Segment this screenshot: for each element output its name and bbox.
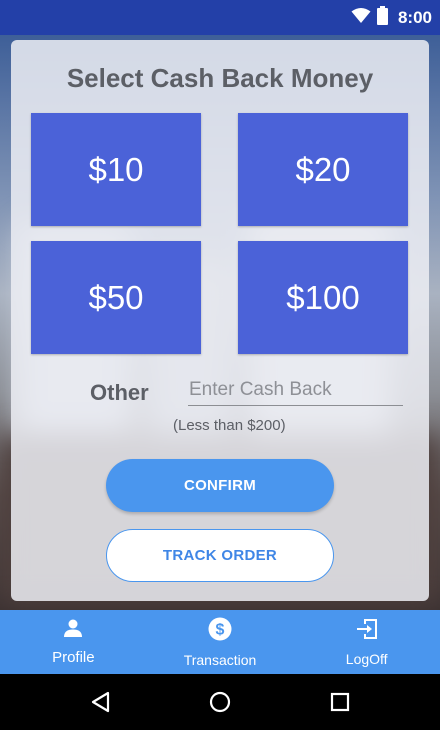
tab-profile[interactable]: Profile xyxy=(0,610,147,674)
wifi-icon xyxy=(351,7,371,29)
page-title: Select Cash Back Money xyxy=(66,63,374,93)
other-label: Other xyxy=(90,380,149,405)
dollar-circle-icon: $ xyxy=(208,617,232,646)
battery-icon xyxy=(376,5,388,30)
status-bar: 8:00 xyxy=(0,0,440,35)
tab-logoff[interactable]: LogOff xyxy=(293,610,440,674)
tab-label: Profile xyxy=(52,649,95,666)
person-icon xyxy=(63,618,83,643)
svg-text:$: $ xyxy=(216,621,225,638)
tab-transaction[interactable]: $ Transaction xyxy=(147,610,294,674)
amount-50-button[interactable]: $50 xyxy=(31,241,201,354)
logoff-icon xyxy=(355,618,379,645)
amount-20-button[interactable]: $20 xyxy=(238,113,408,226)
recents-icon[interactable] xyxy=(320,682,360,722)
back-icon[interactable] xyxy=(80,682,120,722)
confirm-button[interactable]: CONFIRM xyxy=(106,459,334,512)
amount-10-button[interactable]: $10 xyxy=(31,113,201,226)
amount-100-button[interactable]: $100 xyxy=(238,241,408,354)
tab-label: LogOff xyxy=(345,650,388,667)
status-time: 8:00 xyxy=(397,7,432,27)
limit-hint: (Less than $200) xyxy=(173,417,286,434)
system-nav-bar xyxy=(0,674,440,730)
cash-back-input[interactable] xyxy=(188,375,403,406)
tab-label: Transaction xyxy=(183,651,257,668)
bottom-tab-bar: Profile $ Transaction LogOff xyxy=(0,610,440,674)
track-order-button[interactable]: TRACK ORDER xyxy=(106,529,334,582)
home-icon[interactable] xyxy=(200,682,240,722)
